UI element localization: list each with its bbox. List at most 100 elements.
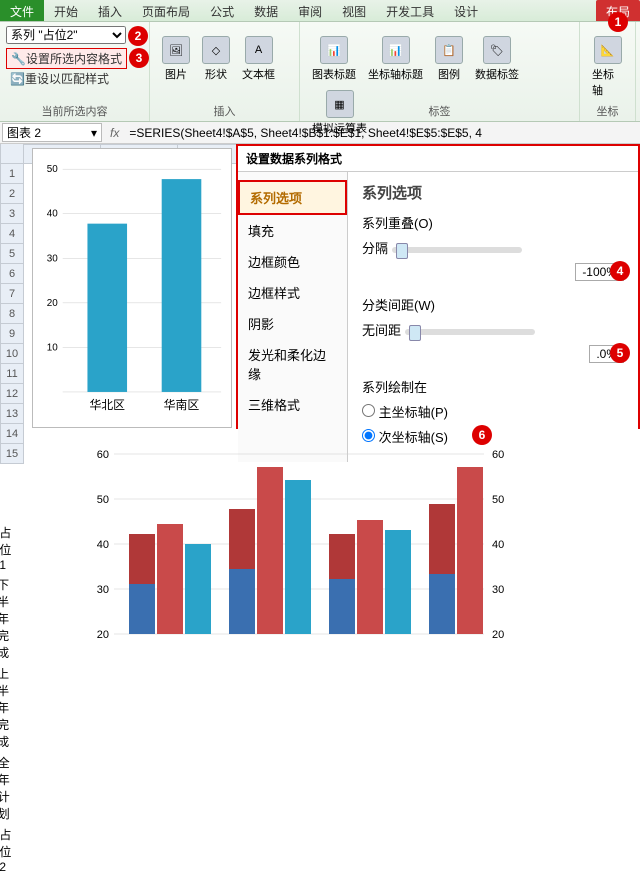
- overlap-left-label: 分隔: [362, 241, 388, 256]
- svg-text:40: 40: [97, 539, 109, 551]
- row-header[interactable]: 10: [0, 344, 24, 364]
- side-border-color[interactable]: 边框颜色: [238, 246, 347, 277]
- svg-text:50: 50: [97, 494, 109, 506]
- svg-text:30: 30: [47, 253, 58, 264]
- format-selection-button[interactable]: 🔧 设置所选内容格式: [6, 48, 127, 69]
- ribbon: 1 系列 "占位2" 2 🔧 设置所选内容格式 3 🔄 重设以匹配样式 当前所选…: [0, 22, 640, 122]
- side-border-style[interactable]: 边框样式: [238, 277, 347, 308]
- format-data-series-dialog: 设置数据系列格式 系列选项 填充 边框颜色 边框样式 阴影 发光和柔化边缘 三维…: [236, 144, 640, 429]
- gap-slider[interactable]: [405, 329, 535, 335]
- badge-4: 4: [610, 261, 630, 281]
- axis-title-icon: 📊: [382, 36, 410, 64]
- ribbon-group-labels: 标签: [300, 103, 579, 119]
- chart1-bar-2[interactable]: [162, 179, 202, 392]
- insert-shapes-button[interactable]: ◇形状: [196, 32, 236, 86]
- row-header[interactable]: 1: [0, 164, 24, 184]
- ribbon-group-axes: 坐标: [580, 103, 635, 119]
- svg-text:60: 60: [492, 449, 504, 461]
- reset-style-button[interactable]: 🔄 重设以匹配样式: [6, 69, 113, 88]
- badge-2: 2: [128, 26, 148, 46]
- legend-label: 占位2: [0, 826, 16, 874]
- svg-text:10: 10: [47, 342, 58, 353]
- tab-home[interactable]: 开始: [44, 0, 88, 21]
- ribbon-group-selection: 当前所选内容: [0, 103, 149, 119]
- fx-label[interactable]: fx: [104, 126, 125, 140]
- axes-icon: 📐: [594, 36, 622, 64]
- row-header[interactable]: 12: [0, 384, 24, 404]
- svg-text:20: 20: [492, 629, 504, 641]
- svg-text:60: 60: [97, 449, 109, 461]
- legend-label: 上半年完成: [0, 665, 16, 750]
- badge-3: 3: [129, 48, 149, 68]
- side-fill[interactable]: 填充: [238, 215, 347, 246]
- secondary-axis-label: 次坐标轴(S): [379, 430, 448, 445]
- tab-view[interactable]: 视图: [332, 0, 376, 21]
- picture-icon: 🖼: [162, 36, 190, 64]
- textbox-icon: A: [245, 36, 273, 64]
- axes-button[interactable]: 📐坐标轴: [586, 32, 629, 102]
- chart2-legend: 占位1 下半年完成 上半年完成 全年计划 占位2: [0, 524, 16, 878]
- tab-formulas[interactable]: 公式: [200, 0, 244, 21]
- data-labels-icon: 🏷: [483, 36, 511, 64]
- chart-element-selector[interactable]: 系列 "占位2": [6, 26, 126, 44]
- side-glow[interactable]: 发光和柔化边缘: [238, 339, 347, 389]
- row-header[interactable]: 3: [0, 204, 24, 224]
- svg-text:40: 40: [47, 209, 58, 220]
- gap-label: 分类间距(W): [362, 295, 624, 314]
- dialog-title: 设置数据系列格式: [238, 146, 638, 172]
- row-header[interactable]: 11: [0, 364, 24, 384]
- row-header[interactable]: 6: [0, 264, 24, 284]
- embedded-chart-1[interactable]: 50 40 30 20 10 华北区 华南区: [32, 148, 232, 428]
- embedded-chart-2[interactable]: 60 50 40 30 20 60 50 40 30 20: [28, 444, 640, 644]
- select-all-corner[interactable]: [0, 144, 24, 164]
- overlap-slider[interactable]: [392, 247, 522, 253]
- row-header[interactable]: 2: [0, 184, 24, 204]
- data-labels-button[interactable]: 🏷数据标签: [469, 32, 525, 86]
- side-3d[interactable]: 三维格式: [238, 389, 347, 420]
- svg-text:20: 20: [97, 629, 109, 641]
- plot-on-label: 系列绘制在: [362, 377, 624, 396]
- legend-button[interactable]: 📋图例: [429, 32, 469, 86]
- side-series-options[interactable]: 系列选项: [238, 180, 347, 215]
- axis-title-button[interactable]: 📊坐标轴标题: [362, 32, 429, 86]
- ribbon-group-insert: 插入: [150, 103, 299, 119]
- chart1-bar-1[interactable]: [87, 224, 127, 392]
- row-header[interactable]: 7: [0, 284, 24, 304]
- secondary-axis-radio[interactable]: [362, 429, 375, 442]
- insert-picture-button[interactable]: 🖼图片: [156, 32, 196, 86]
- side-shadow[interactable]: 阴影: [238, 308, 347, 339]
- tab-developer[interactable]: 开发工具: [376, 0, 444, 21]
- primary-axis-label: 主坐标轴(P): [379, 405, 448, 420]
- legend-label: 下半年完成: [0, 576, 16, 661]
- overlap-label: 系列重叠(O): [362, 213, 624, 232]
- tab-page-layout[interactable]: 页面布局: [132, 0, 200, 21]
- row-header[interactable]: 4: [0, 224, 24, 244]
- legend-label: 全年计划: [0, 754, 16, 822]
- chevron-down-icon: ▾: [91, 126, 97, 140]
- legend-icon: 📋: [435, 36, 463, 64]
- primary-axis-radio[interactable]: [362, 404, 375, 417]
- tab-design[interactable]: 设计: [444, 0, 488, 21]
- row-header[interactable]: 5: [0, 244, 24, 264]
- row-header[interactable]: 13: [0, 404, 24, 424]
- row-header[interactable]: 14: [0, 424, 24, 444]
- svg-text:20: 20: [47, 298, 58, 309]
- chart-title-icon: 📊: [320, 36, 348, 64]
- insert-textbox-button[interactable]: A文本框: [236, 32, 281, 86]
- badge-6: 6: [472, 425, 492, 445]
- tab-insert[interactable]: 插入: [88, 0, 132, 21]
- chart-title-button[interactable]: 📊图表标题: [306, 32, 362, 86]
- svg-text:华北区: 华北区: [89, 398, 125, 412]
- row-header[interactable]: 15: [0, 444, 24, 464]
- tab-review[interactable]: 审阅: [288, 0, 332, 21]
- row-header[interactable]: 8: [0, 304, 24, 324]
- name-box[interactable]: 图表 2▾: [2, 123, 102, 142]
- svg-text:30: 30: [492, 584, 504, 596]
- badge-5: 5: [610, 343, 630, 363]
- row-header[interactable]: 9: [0, 324, 24, 344]
- formula-input[interactable]: =SERIES(Sheet4!$A$5, Sheet4!$B$1:$E$1, S…: [125, 126, 640, 140]
- tab-data[interactable]: 数据: [244, 0, 288, 21]
- svg-text:华南区: 华南区: [164, 398, 200, 412]
- svg-text:30: 30: [97, 584, 109, 596]
- tab-file[interactable]: 文件: [0, 0, 44, 21]
